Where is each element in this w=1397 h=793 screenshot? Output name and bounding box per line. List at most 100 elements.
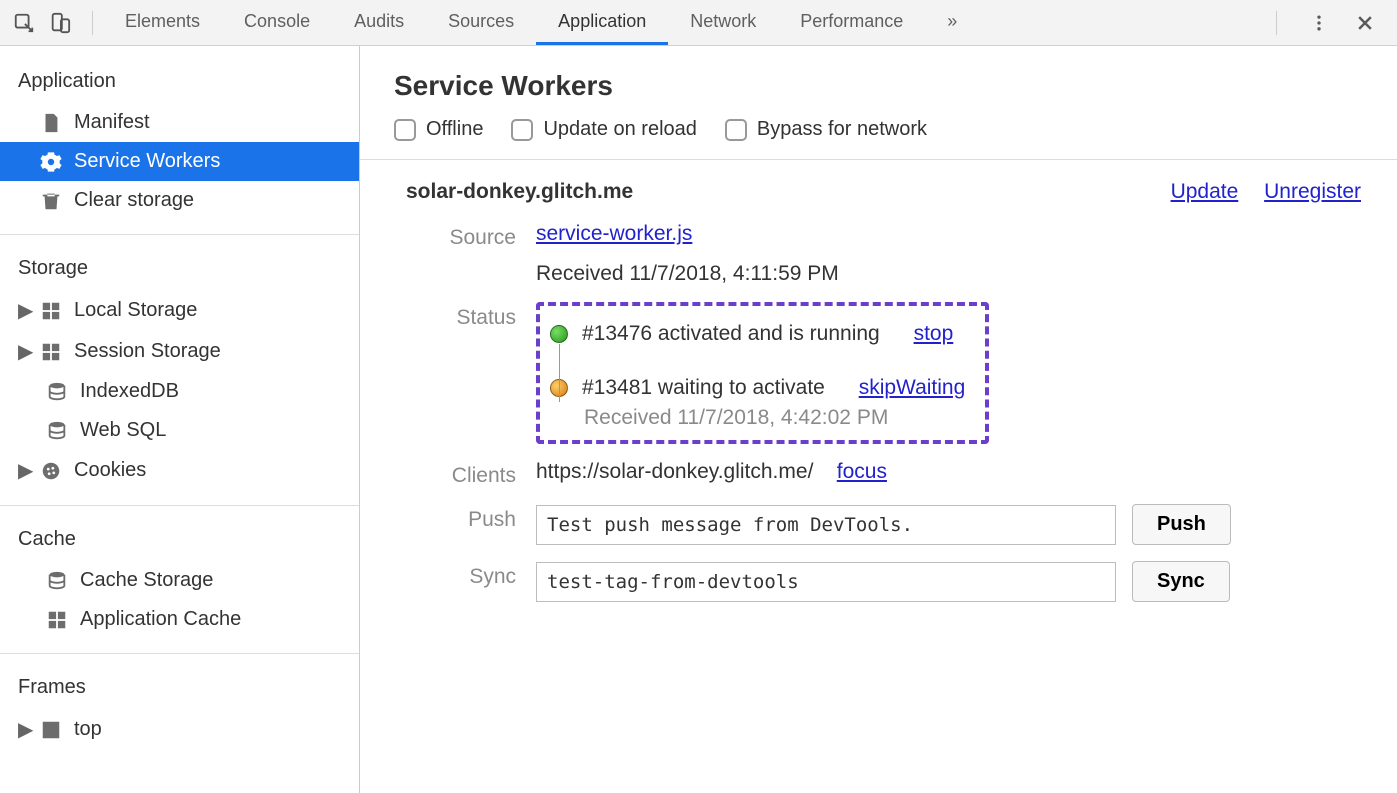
devtools-toolbar: Elements Console Audits Sources Applicat…	[0, 0, 1397, 46]
sidebar-item-label: Application Cache	[80, 608, 241, 631]
status-label: Status	[406, 302, 536, 330]
document-icon	[40, 112, 62, 134]
sidebar-item-frame-top[interactable]: ▶ top	[0, 709, 359, 750]
trash-icon	[40, 190, 62, 212]
device-toggle-icon[interactable]	[46, 9, 74, 37]
update-on-reload-label: Update on reload	[543, 118, 696, 141]
tab-elements[interactable]: Elements	[103, 0, 222, 45]
application-sidebar: Application Manifest Service Workers Cle…	[0, 46, 360, 793]
sidebar-item-indexeddb[interactable]: IndexedDB	[0, 372, 359, 411]
sidebar-item-label: Clear storage	[74, 189, 194, 212]
page-title: Service Workers	[360, 64, 1397, 118]
sidebar-item-label: Session Storage	[74, 340, 221, 363]
sync-input[interactable]	[536, 562, 1116, 602]
skipwaiting-link[interactable]: skipWaiting	[859, 376, 966, 400]
update-on-reload-checkbox[interactable]: Update on reload	[511, 118, 696, 141]
update-link[interactable]: Update	[1171, 180, 1239, 203]
client-url: https://solar-donkey.glitch.me/	[536, 460, 813, 483]
status-dot-active-icon	[550, 325, 568, 343]
clients-label: Clients	[406, 460, 536, 488]
sidebar-item-manifest[interactable]: Manifest	[0, 103, 359, 142]
source-row: Source service-worker.js Received 11/7/2…	[360, 214, 1397, 294]
source-file-link[interactable]: service-worker.js	[536, 222, 692, 245]
database-icon	[46, 381, 68, 403]
push-label: Push	[406, 504, 536, 532]
cookie-icon	[40, 460, 62, 482]
sidebar-item-local-storage[interactable]: ▶ Local Storage	[0, 290, 359, 331]
tab-console[interactable]: Console	[222, 0, 332, 45]
sidebar-item-application-cache[interactable]: Application Cache	[0, 600, 359, 639]
sidebar-divider	[0, 653, 359, 654]
status-waiting-line: #13481 waiting to activate skipWaiting	[550, 370, 965, 406]
sidebar-item-label: IndexedDB	[80, 380, 179, 403]
unregister-link[interactable]: Unregister	[1264, 180, 1361, 203]
sidebar-item-session-storage[interactable]: ▶ Session Storage	[0, 331, 359, 372]
focus-link[interactable]: focus	[837, 460, 887, 483]
source-received: Received 11/7/2018, 4:11:59 PM	[536, 246, 1361, 286]
kebab-menu-icon[interactable]	[1305, 9, 1333, 37]
status-waiting-id: #13481	[582, 376, 652, 399]
sidebar-item-cookies[interactable]: ▶ Cookies	[0, 450, 359, 491]
push-button[interactable]: Push	[1132, 504, 1231, 545]
database-icon	[46, 420, 68, 442]
push-row: Push Push	[360, 496, 1397, 553]
frame-icon	[40, 719, 62, 741]
sidebar-item-service-workers[interactable]: Service Workers	[0, 142, 359, 181]
grid-icon	[40, 341, 62, 363]
grid-icon	[46, 609, 68, 631]
toolbar-separator	[1276, 11, 1277, 35]
sync-row: Sync Sync	[360, 553, 1397, 610]
sync-label: Sync	[406, 561, 536, 589]
gear-icon	[40, 151, 62, 173]
status-active-id: #13476	[582, 322, 652, 345]
tab-network[interactable]: Network	[668, 0, 778, 45]
origin-row: solar-donkey.glitch.me Update Unregister	[360, 160, 1397, 214]
status-waiting-text: waiting to activate	[658, 376, 825, 399]
caret-icon: ▶	[18, 717, 28, 742]
sidebar-item-websql[interactable]: Web SQL	[0, 411, 359, 450]
status-connector	[559, 344, 560, 402]
inspect-icon[interactable]	[10, 9, 38, 37]
sidebar-section-application: Application	[0, 62, 359, 103]
close-icon[interactable]	[1351, 9, 1379, 37]
sidebar-divider	[0, 505, 359, 506]
caret-icon: ▶	[18, 298, 28, 323]
sidebar-item-label: Service Workers	[74, 150, 220, 173]
sidebar-item-label: Web SQL	[80, 419, 166, 442]
tab-sources[interactable]: Sources	[426, 0, 536, 45]
caret-icon: ▶	[18, 339, 28, 364]
sw-options-row: Offline Update on reload Bypass for netw…	[360, 118, 1397, 159]
source-label: Source	[406, 222, 536, 250]
database-icon	[46, 570, 68, 592]
grid-icon	[40, 300, 62, 322]
sidebar-item-label: Manifest	[74, 111, 150, 134]
status-active-line: #13476 activated and is running stop	[550, 316, 965, 352]
sidebar-item-label: Cache Storage	[80, 569, 213, 592]
bypass-label: Bypass for network	[757, 118, 927, 141]
sidebar-section-storage: Storage	[0, 249, 359, 290]
toolbar-separator	[92, 11, 93, 35]
sidebar-item-cache-storage[interactable]: Cache Storage	[0, 561, 359, 600]
sidebar-item-label: top	[74, 718, 102, 741]
tabs: Elements Console Audits Sources Applicat…	[103, 0, 1266, 45]
status-active-text: activated and is running	[658, 322, 880, 345]
sidebar-item-label: Cookies	[74, 459, 146, 482]
bypass-checkbox[interactable]: Bypass for network	[725, 118, 927, 141]
sidebar-section-cache: Cache	[0, 520, 359, 561]
offline-checkbox[interactable]: Offline	[394, 118, 483, 141]
push-input[interactable]	[536, 505, 1116, 545]
sidebar-divider	[0, 234, 359, 235]
origin-text: solar-donkey.glitch.me	[406, 180, 633, 204]
stop-link[interactable]: stop	[914, 322, 954, 346]
tab-audits[interactable]: Audits	[332, 0, 426, 45]
sync-button[interactable]: Sync	[1132, 561, 1230, 602]
offline-label: Offline	[426, 118, 483, 141]
clients-row: Clients https://solar-donkey.glitch.me/ …	[360, 452, 1397, 496]
status-waiting-received: Received 11/7/2018, 4:42:02 PM	[550, 406, 965, 430]
tab-application[interactable]: Application	[536, 0, 668, 45]
sidebar-section-frames: Frames	[0, 668, 359, 709]
sidebar-item-clear-storage[interactable]: Clear storage	[0, 181, 359, 220]
status-highlight-box: #13476 activated and is running stop #13…	[536, 302, 989, 444]
tabs-overflow-icon[interactable]: »	[925, 0, 979, 45]
tab-performance[interactable]: Performance	[778, 0, 925, 45]
